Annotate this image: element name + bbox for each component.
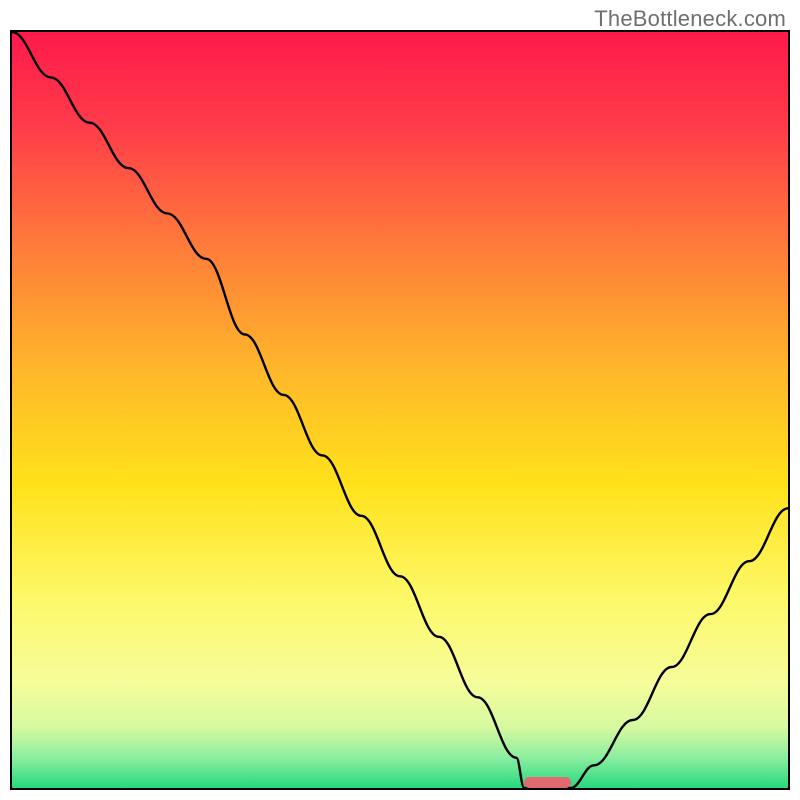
plot-area — [10, 30, 790, 790]
bottleneck-curve — [12, 32, 788, 788]
chart-container: TheBottleneck.com — [0, 0, 800, 800]
watermark-text: TheBottleneck.com — [594, 6, 786, 32]
curve-svg — [12, 32, 788, 788]
optimal-marker — [524, 777, 571, 788]
